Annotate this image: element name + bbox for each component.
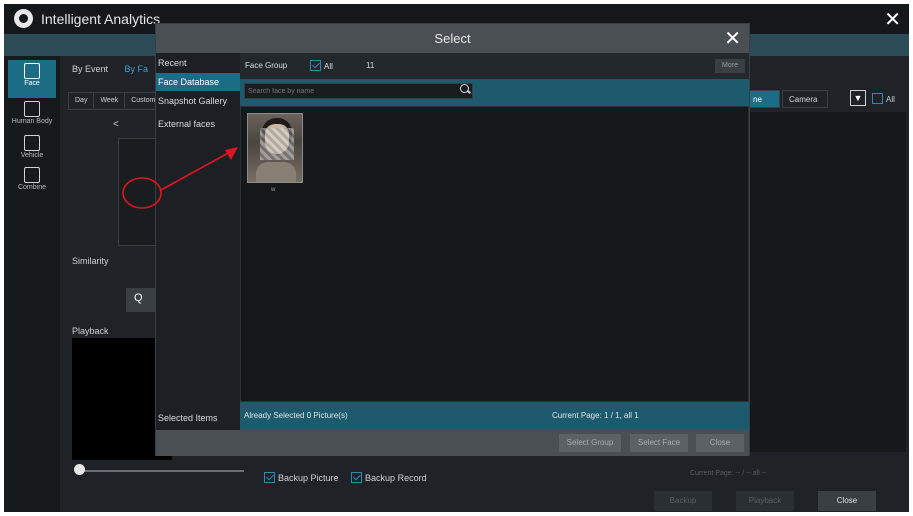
combine-icon [24, 167, 40, 183]
search-row [240, 79, 749, 106]
filter-icon[interactable]: ▼ [850, 90, 866, 106]
face-thumbnail-label: w [271, 187, 276, 193]
close-icon[interactable]: ✕ [884, 7, 901, 32]
dialog-close-button[interactable]: Close [696, 434, 744, 452]
app-logo-icon [14, 9, 33, 28]
nav-face-label: Face [24, 80, 40, 87]
all-option[interactable]: All [872, 93, 895, 104]
select-dialog: Select ✕ Recent Face Database Snapshot G… [155, 23, 750, 456]
face-group-all-checkbox[interactable] [310, 60, 321, 71]
face-icon [24, 63, 40, 79]
close-button[interactable]: Close [818, 491, 876, 511]
human-body-icon [24, 101, 40, 117]
select-face-button[interactable]: Select Face [630, 434, 688, 452]
more-button[interactable]: More [715, 59, 745, 73]
tab-camera[interactable]: Camera [782, 90, 828, 108]
backup-picture-checkbox[interactable] [264, 472, 275, 483]
search-icon[interactable] [460, 84, 469, 93]
selected-status: Already Selected 0 Picture(s) [244, 411, 348, 420]
nav-human-body-label: Human Body [11, 118, 53, 125]
playback-slider-track[interactable] [80, 470, 244, 472]
thumbnail-watermark [260, 128, 294, 160]
nav-combine[interactable]: Combine [8, 164, 56, 202]
nav-combine-label: Combine [17, 184, 46, 191]
face-group-count: 11 [366, 61, 375, 70]
tab-by-face[interactable]: By Fa [125, 64, 149, 74]
face-group-all-label: All [324, 62, 333, 71]
dialog-title-bar: Select ✕ [156, 24, 749, 53]
search-tabs: By Event By Fa [72, 64, 162, 74]
playback-slider-handle[interactable] [74, 464, 85, 475]
backup-picture-label: Backup Picture [278, 473, 339, 483]
sidebar-item-snapshot-gallery[interactable]: Snapshot Gallery [156, 92, 240, 110]
dialog-main: Face Group All 11 More w Already Selecte… [240, 53, 749, 430]
nav-face[interactable]: Face [8, 60, 56, 98]
backup-record-checkbox[interactable] [351, 472, 363, 483]
backup-record-option[interactable]: Backup Record [351, 472, 427, 483]
dialog-close-icon[interactable]: ✕ [724, 26, 741, 51]
period-week[interactable]: Week [94, 93, 126, 108]
status-bar: Already Selected 0 Picture(s) Current Pa… [240, 402, 749, 430]
face-group-toolbar: Face Group All 11 More [240, 53, 749, 79]
prev-arrow-icon[interactable]: < [113, 119, 119, 130]
all-label: All [886, 95, 895, 104]
backup-picture-option[interactable]: Backup Picture [264, 472, 339, 483]
search-face-input[interactable] [244, 83, 473, 99]
backup-record-label: Backup Record [365, 473, 427, 483]
period-day[interactable]: Day [69, 93, 95, 108]
face-group-all-option[interactable]: All [310, 60, 333, 71]
playback-label: Playback [72, 326, 109, 336]
backup-options: Backup Picture Backup Record [264, 472, 437, 483]
sidebar-item-external-faces[interactable]: External faces [156, 115, 240, 133]
app-title: Intelligent Analytics [41, 11, 161, 27]
tab-time[interactable]: ne [746, 90, 780, 108]
select-group-button[interactable]: Select Group [559, 434, 621, 452]
dialog-sidebar: Recent Face Database Snapshot Gallery Ex… [156, 53, 240, 430]
backup-button[interactable]: Backup [654, 491, 712, 511]
tab-by-event[interactable]: By Event [72, 64, 108, 74]
thumbnail-body [256, 162, 296, 182]
page-info: Current Page: -- / -- all -- [690, 470, 767, 477]
face-group-label: Face Group [245, 61, 288, 70]
left-nav: Face Human Body Vehicle Combine [4, 56, 60, 512]
nav-human-body[interactable]: Human Body [8, 98, 56, 136]
similarity-label: Similarity [72, 256, 109, 266]
playback-button[interactable]: Playback [736, 491, 794, 511]
nav-vehicle-label: Vehicle [20, 152, 44, 159]
selected-items-label: Selected Items [158, 413, 218, 423]
sidebar-item-face-database[interactable]: Face Database [156, 73, 240, 91]
dialog-title: Select [434, 31, 471, 46]
page-status: Current Page: 1 / 1, all 1 [552, 411, 639, 420]
face-thumbnail[interactable] [247, 113, 303, 183]
all-checkbox[interactable] [872, 93, 883, 104]
vehicle-icon [24, 135, 40, 151]
sidebar-item-recent[interactable]: Recent [156, 54, 240, 72]
period-selector: Day Week Custom [68, 92, 164, 110]
dialog-footer: Select Group Select Face Close [156, 430, 749, 456]
face-grid: w [240, 106, 749, 402]
results-panel [746, 112, 906, 452]
